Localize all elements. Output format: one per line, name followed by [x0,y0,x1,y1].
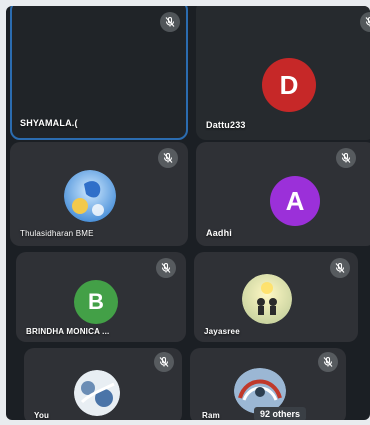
participant-name: Dattu233 [206,120,246,130]
mic-off-icon [156,258,176,278]
participant-name: BRINDHA MONICA ... [26,327,110,336]
participant-name: Ram [202,411,220,420]
avatar-letter: B [88,289,104,314]
participant-tile[interactable]: SHYAMALA.( [10,6,188,140]
participant-tile[interactable]: Jayasree [194,252,358,342]
mic-off-icon [158,148,178,168]
participant-tile[interactable]: You [24,348,182,420]
mic-off-icon [154,352,174,372]
avatar-letter: D [279,69,299,100]
participant-tile[interactable]: B BRINDHA MONICA ... [16,252,186,342]
avatar: D [262,58,316,112]
avatar [242,274,292,324]
participant-name: You [34,411,50,420]
mic-off-icon [336,148,356,168]
others-count-badge[interactable]: 92 others [254,407,307,420]
participant-tile[interactable]: A Aadhi [196,142,370,246]
mic-off-icon [330,258,350,278]
participant-name: Jayasree [204,327,240,336]
avatar-letter: A [285,185,305,216]
participant-tile[interactable]: Ram 92 others [190,348,346,420]
mic-off-icon [318,352,338,372]
meeting-grid: SHYAMALA.( D Dattu233 Thulasidharan BME … [6,6,370,420]
avatar [74,370,120,416]
avatar: B [74,280,118,324]
mic-off-icon [160,12,180,32]
participant-tile[interactable]: D Dattu233 [196,6,370,140]
participant-name: SHYAMALA.( [20,118,78,128]
participant-name: Thulasidharan BME [20,229,94,238]
avatar: A [270,176,320,226]
avatar [64,170,116,222]
participant-tile[interactable]: Thulasidharan BME [10,142,188,246]
participant-name: Aadhi [206,228,233,238]
mic-off-icon [360,12,370,32]
